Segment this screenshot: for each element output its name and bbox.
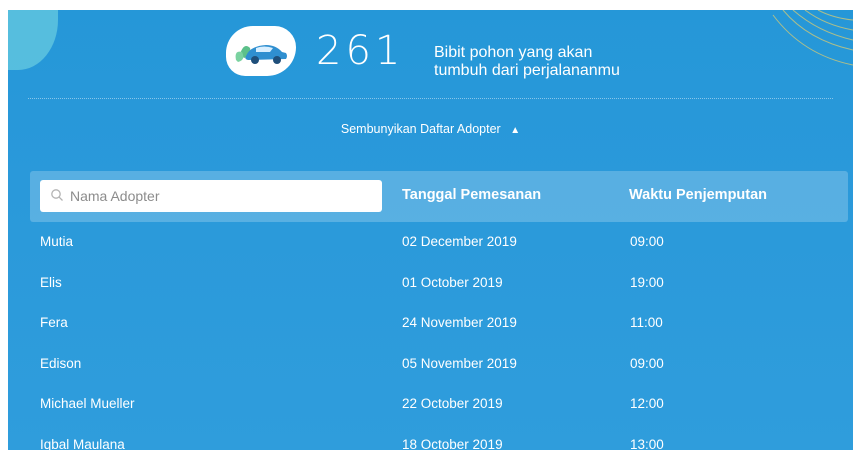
table-row: Elis 01 October 2019 19:00 <box>8 264 853 305</box>
caption-line-2: tumbuh dari perjalananmu <box>434 62 620 79</box>
order-date: 22 October 2019 <box>402 396 503 411</box>
search-input[interactable] <box>40 180 382 212</box>
stats-hero: 261 Bibit pohon yang akan tumbuh dari pe… <box>226 22 686 84</box>
caption-line-1: Bibit pohon yang akan <box>434 44 593 61</box>
table-header: Tanggal Pemesanan Waktu Penjemputan <box>30 171 848 222</box>
column-header-time[interactable]: Waktu Penjemputan <box>629 187 767 203</box>
search-icon <box>51 189 63 201</box>
table-row: Iqbal Maulana 18 October 2019 13:00 <box>8 426 853 450</box>
pickup-time: 09:00 <box>630 355 664 371</box>
toggle-adopter-list[interactable]: Sembunyikan Daftar Adopter ▲ <box>8 122 853 136</box>
decorative-blob <box>8 10 58 70</box>
column-header-date[interactable]: Tanggal Pemesanan <box>402 187 541 203</box>
adopter-name: Edison <box>40 355 82 371</box>
pickup-time: 13:00 <box>630 436 664 450</box>
adopter-name: Mutia <box>40 234 74 249</box>
tree-caption: Bibit pohon yang akan tumbuh dari perjal… <box>434 44 694 80</box>
tree-count: 261 <box>316 28 405 74</box>
table-row: Michael Mueller 22 October 2019 12:00 <box>8 385 853 426</box>
pickup-time: 09:00 <box>630 234 664 249</box>
divider <box>28 98 833 99</box>
adopter-panel: 261 Bibit pohon yang akan tumbuh dari pe… <box>8 10 853 450</box>
table-row: Mutia 02 December 2019 09:00 <box>8 223 853 264</box>
adopter-name: Elis <box>40 274 62 290</box>
adopter-name: Iqbal Maulana <box>40 436 125 450</box>
adopter-name: Fera <box>40 315 68 330</box>
car-leaf-icon <box>226 26 296 76</box>
pickup-time: 19:00 <box>630 274 664 290</box>
adopter-list: Mutia 02 December 2019 09:00 Elis 01 Oct… <box>8 223 853 450</box>
leaf-pattern-icon <box>772 10 853 66</box>
order-date: 05 November 2019 <box>402 355 517 371</box>
pickup-time: 11:00 <box>630 315 663 330</box>
order-date: 01 October 2019 <box>402 274 503 290</box>
pickup-time: 12:00 <box>630 396 664 411</box>
toggle-label: Sembunyikan Daftar Adopter <box>340 122 501 136</box>
order-date: 24 November 2019 <box>402 315 517 330</box>
chevron-up-icon: ▲ <box>510 125 521 136</box>
order-date: 02 December 2019 <box>402 234 517 249</box>
table-row: Fera 24 November 2019 11:00 <box>8 304 853 345</box>
table-row: Edison 05 November 2019 09:00 <box>8 345 853 386</box>
adopter-name: Michael Mueller <box>40 396 135 411</box>
order-date: 18 October 2019 <box>402 436 503 450</box>
